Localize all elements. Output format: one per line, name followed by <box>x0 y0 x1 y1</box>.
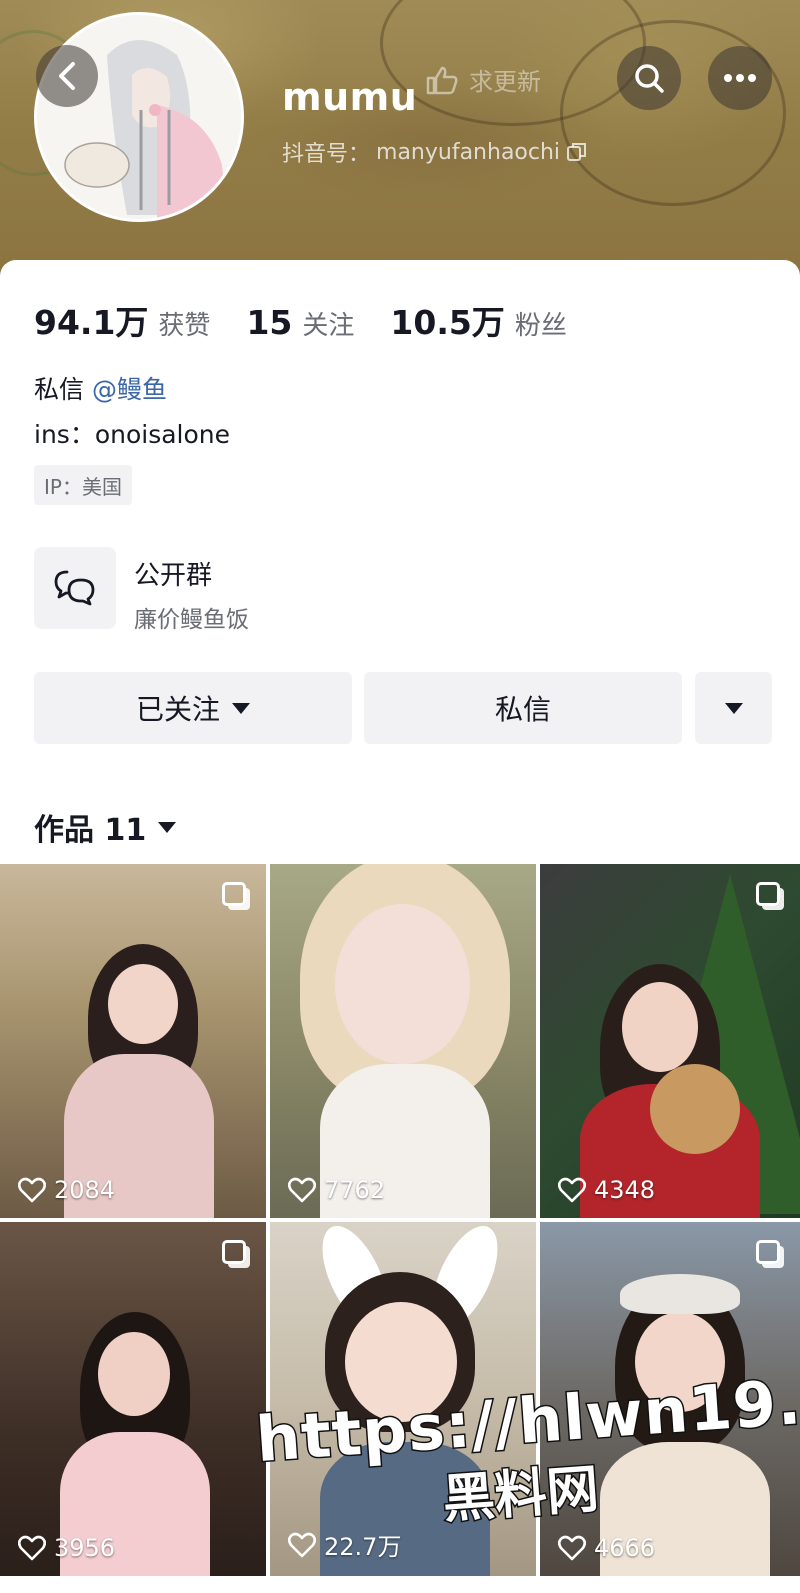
heart-icon <box>558 1535 586 1561</box>
caret-down-icon <box>724 702 743 714</box>
douyin-id-value: manyufanhaochi <box>376 139 561 165</box>
more-options-button[interactable] <box>708 46 772 110</box>
chevron-left-icon <box>59 62 75 90</box>
request-update-label: 求更新 <box>469 68 541 96</box>
search-button[interactable] <box>617 46 681 110</box>
heart-icon <box>18 1177 46 1203</box>
search-icon <box>635 64 664 93</box>
more-dots-icon <box>724 74 756 82</box>
more-actions-dropdown[interactable] <box>695 672 772 744</box>
copy-icon[interactable] <box>566 141 588 163</box>
video-likes-count: 3956 <box>54 1534 116 1562</box>
video-likes: 7762 <box>288 1176 385 1204</box>
group-title[interactable]: 公开群 <box>134 555 212 592</box>
video-likes-count: 2084 <box>54 1176 116 1204</box>
back-button[interactable] <box>36 45 98 107</box>
group-subtitle: 廉价鳗鱼饭 <box>134 607 249 633</box>
username: mumu <box>282 75 418 119</box>
video-likes: 2084 <box>18 1176 115 1204</box>
stats-row: 94.1万 获赞 15 关注 10.5万 粉丝 <box>34 296 603 344</box>
douyin-id[interactable]: 抖音号： manyufanhaochi <box>282 136 588 168</box>
heart-icon <box>558 1177 586 1203</box>
works-tab-label: 作品 11 <box>34 813 147 848</box>
heart-icon <box>18 1535 46 1561</box>
douyin-id-label: 抖音号： <box>282 142 371 167</box>
followed-button[interactable]: 已关注 <box>34 672 352 744</box>
bio-line-2: ins：onoisalone <box>34 420 231 449</box>
video-likes-count: 4348 <box>594 1176 656 1204</box>
video-likes-count: 7762 <box>324 1176 386 1204</box>
following-count[interactable]: 15 <box>246 303 292 342</box>
followers-count[interactable]: 10.5万 <box>390 296 504 344</box>
heart-icon <box>288 1177 316 1203</box>
video-likes: 4666 <box>558 1534 655 1562</box>
video-tile[interactable]: 3956 <box>0 1222 266 1576</box>
thumb-up-icon <box>426 66 458 94</box>
tab-works[interactable]: 作品 11 <box>34 805 177 849</box>
multi-image-icon <box>222 882 246 906</box>
chat-bubbles-icon <box>54 570 95 606</box>
bio-dm-text: 私信 <box>34 375 85 404</box>
video-tile[interactable]: 2084 <box>0 864 266 1218</box>
following-label[interactable]: 关注 <box>302 305 354 342</box>
video-tile[interactable]: 4348 <box>540 864 800 1218</box>
followers-label[interactable]: 粉丝 <box>515 305 567 342</box>
bio-mention-link[interactable]: @鳗鱼 <box>92 375 167 404</box>
request-update-button[interactable]: 求更新 <box>425 62 541 97</box>
followed-button-label: 已关注 <box>135 693 220 726</box>
multi-image-icon <box>222 1240 246 1264</box>
caret-down-icon <box>158 821 177 833</box>
likes-label: 获赞 <box>158 311 211 341</box>
ip-location-tag: IP：美国 <box>34 465 132 505</box>
multi-image-icon <box>756 882 780 906</box>
video-likes: 3956 <box>18 1534 115 1562</box>
video-likes: 4348 <box>558 1176 655 1204</box>
likes-count: 94.1万 <box>34 303 149 342</box>
group-chat-entry[interactable] <box>34 547 116 629</box>
message-button-label: 私信 <box>494 693 551 726</box>
multi-image-icon <box>756 1240 780 1264</box>
caret-down-icon <box>232 702 250 714</box>
video-likes-count: 4666 <box>594 1534 656 1562</box>
message-button[interactable]: 私信 <box>364 672 682 744</box>
bio-line-1: 私信 @鳗鱼 <box>34 370 167 406</box>
avatar[interactable] <box>34 12 244 222</box>
video-tile[interactable]: 7762 <box>270 864 536 1218</box>
